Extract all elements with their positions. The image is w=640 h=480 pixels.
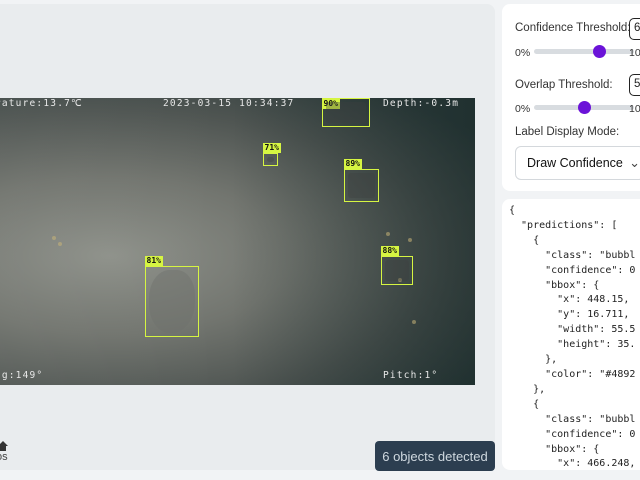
- osd-pitch: Pitch:1°: [383, 370, 439, 381]
- home-label[interactable]: os: [0, 451, 8, 463]
- detection-label: 71%: [262, 143, 281, 153]
- detection-box: 90%: [321, 98, 370, 127]
- confidence-slider[interactable]: [534, 45, 634, 58]
- chevron-down-icon: ⌄: [629, 155, 640, 170]
- detection-box: 81%: [144, 256, 199, 337]
- camera-feed: erature:13.7℃ 2023-03-15 10:34:37 Depth:…: [0, 98, 475, 385]
- detection-box: 89%: [343, 159, 379, 202]
- overlap-threshold-label: Overlap Threshold:: [515, 79, 613, 91]
- confidence-min-label: 0%: [515, 47, 531, 59]
- json-output-text: { "predictions": [ { "class": "bubbl "co…: [509, 205, 636, 470]
- confidence-slider-thumb[interactable]: [592, 45, 606, 58]
- json-output-panel[interactable]: { "predictions": [ { "class": "bubbl "co…: [502, 199, 640, 470]
- confidence-threshold-input[interactable]: 6: [629, 18, 640, 40]
- detection-label: 88%: [380, 246, 399, 256]
- overlap-slider-thumb[interactable]: [577, 101, 591, 114]
- detection-box: 71%: [262, 143, 281, 166]
- osd-heading: ing:149°: [0, 370, 44, 381]
- overlap-threshold-input[interactable]: 5: [629, 74, 640, 96]
- detection-label: 89%: [343, 159, 362, 169]
- detection-label: 81%: [144, 256, 163, 266]
- objects-detected-badge: 6 objects detected: [375, 441, 495, 471]
- overlap-slider[interactable]: [534, 101, 634, 114]
- label-display-mode-select[interactable]: Draw Confidence ⌄: [515, 146, 640, 180]
- overlap-min-label: 0%: [515, 103, 531, 115]
- osd-temperature: erature:13.7℃: [0, 98, 83, 109]
- label-display-mode-label: Label Display Mode:: [515, 126, 620, 138]
- video-panel: erature:13.7℃ 2023-03-15 10:34:37 Depth:…: [0, 4, 495, 470]
- confidence-max-label: 10: [629, 47, 640, 59]
- threshold-controls: Confidence Threshold: 6 0% 10 Overlap Th…: [502, 4, 640, 191]
- detection-box: 88%: [380, 246, 413, 285]
- home-icon[interactable]: [0, 441, 8, 451]
- osd-datetime: 2023-03-15 10:34:37: [163, 98, 295, 109]
- label-display-mode-value: Draw Confidence: [527, 156, 623, 170]
- overlap-max-label: 10: [629, 103, 640, 115]
- confidence-threshold-label: Confidence Threshold:: [515, 22, 631, 34]
- osd-depth: Depth:-0.3m: [383, 98, 460, 109]
